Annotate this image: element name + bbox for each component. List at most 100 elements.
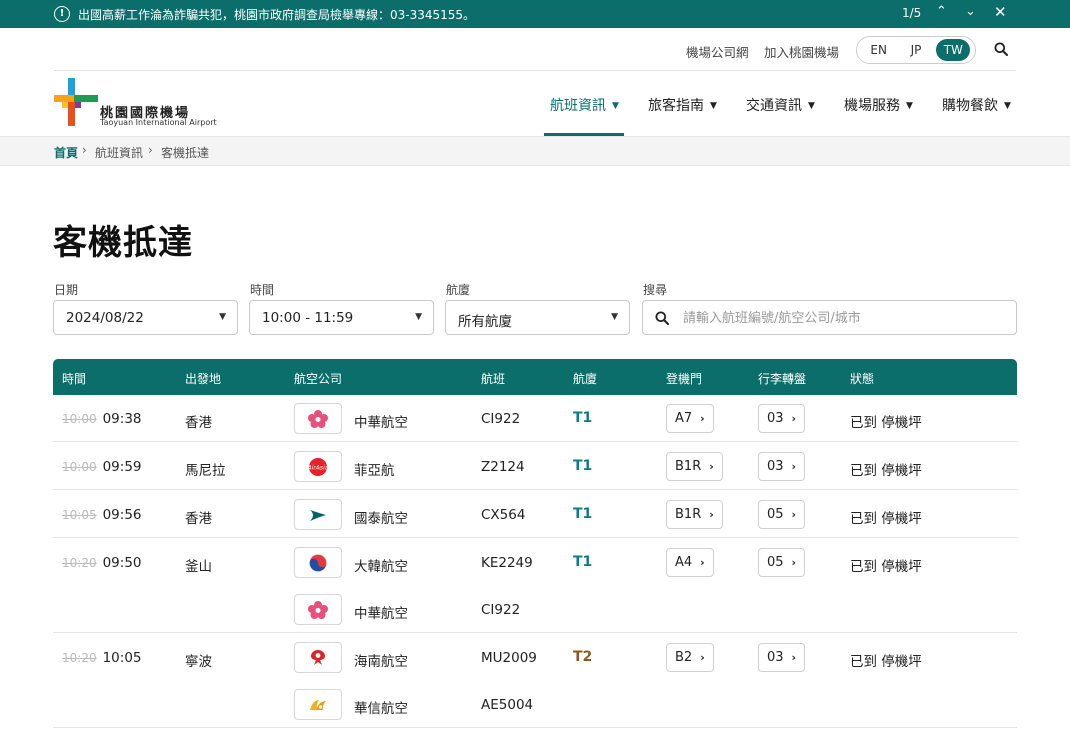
table-row[interactable]: 10:20 10:05 寧波 海南航空 MU2009 T2 B2 › 03 › 已到 … [53, 634, 1017, 681]
time-select[interactable]: 10:00 - 11:59 ▼ [249, 300, 434, 335]
caret-down-icon: ▼ [710, 101, 717, 111]
table-row[interactable]: 10:05 09:56 香港 國泰航空 CX564 T1 B1R › 05 › 已到 … [53, 491, 1017, 538]
carousel-value: 03 [767, 650, 784, 665]
flight-number[interactable]: AE5004 [481, 697, 533, 713]
close-icon[interactable]: ✕ [994, 3, 1007, 21]
breadcrumb-home[interactable]: 首頁 [54, 144, 78, 161]
gate-value: B1R [675, 459, 702, 474]
origin: 馬尼拉 [185, 463, 226, 479]
time-label: 時間 [250, 283, 275, 297]
status-text: 已到 停機坪 [850, 654, 922, 670]
table-row[interactable]: 10:00 09:38 香港 中華航空 CI922 T1 A7 › 03 › 已到 停… [53, 395, 1017, 442]
chevron-right-icon: › [791, 412, 797, 425]
nav-airport-services[interactable]: 機場服務 ▼ [844, 95, 913, 115]
flight-search-input[interactable] [683, 306, 1003, 330]
nav-transportation[interactable]: 交通資訊 ▼ [746, 95, 815, 115]
airport-logo[interactable]: 桃園國際機場 Taoyuan International Airport [54, 78, 224, 128]
col-terminal: 航廈 [573, 372, 598, 386]
breadcrumb-flight-info[interactable]: 航班資訊 [95, 144, 143, 161]
col-flight: 航班 [481, 372, 506, 386]
actual-time: 09:56 [102, 507, 142, 523]
flight-number[interactable]: MU2009 [481, 650, 537, 666]
flight-number[interactable]: Z2124 [481, 459, 525, 475]
actual-time: 09:50 [102, 555, 142, 571]
airline-name: 國泰航空 [354, 511, 408, 527]
airline-name: 中華航空 [354, 606, 408, 622]
carousel-value: 03 [767, 459, 784, 474]
carousel-button[interactable]: 03 › [758, 643, 806, 672]
info-circle-icon: ! [54, 6, 70, 22]
codeshare-row[interactable]: 華信航空 AE5004 [53, 681, 1017, 728]
status-text: 已到 停機坪 [850, 463, 922, 479]
col-carousel: 行李轉盤 [758, 372, 807, 386]
flight-time: 10:00 09:38 [62, 411, 142, 427]
flight-number[interactable]: CI922 [481, 411, 520, 427]
flight-number[interactable]: KE2249 [481, 555, 533, 571]
search-icon[interactable] [994, 42, 1008, 56]
flight-search-box [642, 300, 1017, 335]
lang-tw-button[interactable]: TW [936, 39, 971, 61]
join-airport-link[interactable]: 加入桃園機場 [764, 42, 839, 61]
nav-passenger-guide[interactable]: 旅客指南 ▼ [648, 95, 717, 115]
col-time: 時間 [62, 372, 87, 386]
col-airline: 航空公司 [294, 372, 343, 386]
flight-time: 10:00 09:59 [62, 459, 142, 475]
origin: 釜山 [185, 559, 212, 575]
alert-text[interactable]: 出國高薪工作淪為詐騙共犯，桃園市政府調查局檢舉專線：03-3345155。 [78, 6, 475, 23]
col-origin: 出發地 [185, 372, 222, 386]
caret-down-icon: ▼ [219, 312, 226, 322]
carousel-button[interactable]: 03 › [758, 404, 806, 433]
chevron-down-icon[interactable]: ⌄ [965, 4, 976, 19]
terminal-select[interactable]: 所有航廈 ▼ [445, 300, 630, 335]
origin: 寧波 [185, 654, 212, 670]
chevron-right-icon: › [791, 556, 797, 569]
caret-down-icon: ▼ [612, 101, 619, 111]
nav-label: 旅客指南 [648, 98, 704, 114]
lang-jp-button[interactable]: JP [899, 39, 933, 61]
actual-time: 09:59 [102, 459, 142, 475]
origin: 香港 [185, 511, 212, 527]
search-icon [655, 311, 669, 325]
airline-name: 海南航空 [354, 654, 408, 670]
airasia-logo: AirAsia [294, 451, 342, 482]
date-label: 日期 [54, 283, 79, 297]
gate-button[interactable]: B1R › [666, 452, 723, 481]
gate-button[interactable]: A7 › [666, 404, 714, 433]
codeshare-row[interactable]: 中華航空 CI922 [53, 586, 1017, 633]
flight-number[interactable]: CI922 [481, 602, 520, 618]
gate-button[interactable]: B1R › [666, 500, 723, 529]
airport-company-link[interactable]: 機場公司網 [686, 42, 749, 61]
cathay-brushwing-logo [294, 499, 342, 530]
terminal-badge: T1 [573, 410, 593, 426]
gate-value: A7 [675, 411, 693, 426]
nav-flight-info[interactable]: 航班資訊 ▼ [550, 95, 619, 115]
carousel-button[interactable]: 05 › [758, 548, 806, 577]
flight-time: 10:05 09:56 [62, 507, 142, 523]
nav-shopping-dining[interactable]: 購物餐飲 ▼ [942, 95, 1011, 115]
flight-time: 10:20 09:50 [62, 555, 142, 571]
airport-name-en: Taoyuan International Airport [100, 118, 217, 127]
chevron-up-icon[interactable]: ⌃ [936, 4, 947, 19]
page-title: 客機抵達 [53, 223, 193, 263]
chevron-right-icon: › [148, 143, 153, 157]
nav-label: 航班資訊 [550, 98, 606, 114]
caret-down-icon: ▼ [906, 101, 913, 111]
caret-down-icon: ▼ [1004, 101, 1011, 111]
carousel-value: 05 [767, 507, 784, 522]
chevron-right-icon: › [700, 556, 705, 569]
date-select[interactable]: 2024/08/22 ▼ [53, 300, 238, 335]
carousel-button[interactable]: 05 › [758, 500, 806, 529]
status-text: 已到 停機坪 [850, 511, 922, 527]
chevron-right-icon: › [82, 143, 87, 157]
table-row[interactable]: 10:20 09:50 釜山 大韓航空 KE2249 T1 A4 › 05 › 已到 … [53, 539, 1017, 586]
gate-button[interactable]: B2 › [666, 643, 714, 672]
gate-button[interactable]: A4 › [666, 548, 714, 577]
lang-en-button[interactable]: EN [862, 39, 896, 61]
breadcrumb: 首頁 › 航班資訊 › 客機抵達 [0, 136, 1070, 166]
table-row[interactable]: 10:00 09:59 馬尼拉 AirAsia 菲亞航 Z2124 T1 B1R ›… [53, 443, 1017, 490]
chevron-right-icon: › [700, 651, 705, 664]
flight-number[interactable]: CX564 [481, 507, 525, 523]
carousel-button[interactable]: 03 › [758, 452, 806, 481]
china-airlines-plum-logo [294, 594, 342, 625]
chevron-right-icon: › [700, 412, 705, 425]
